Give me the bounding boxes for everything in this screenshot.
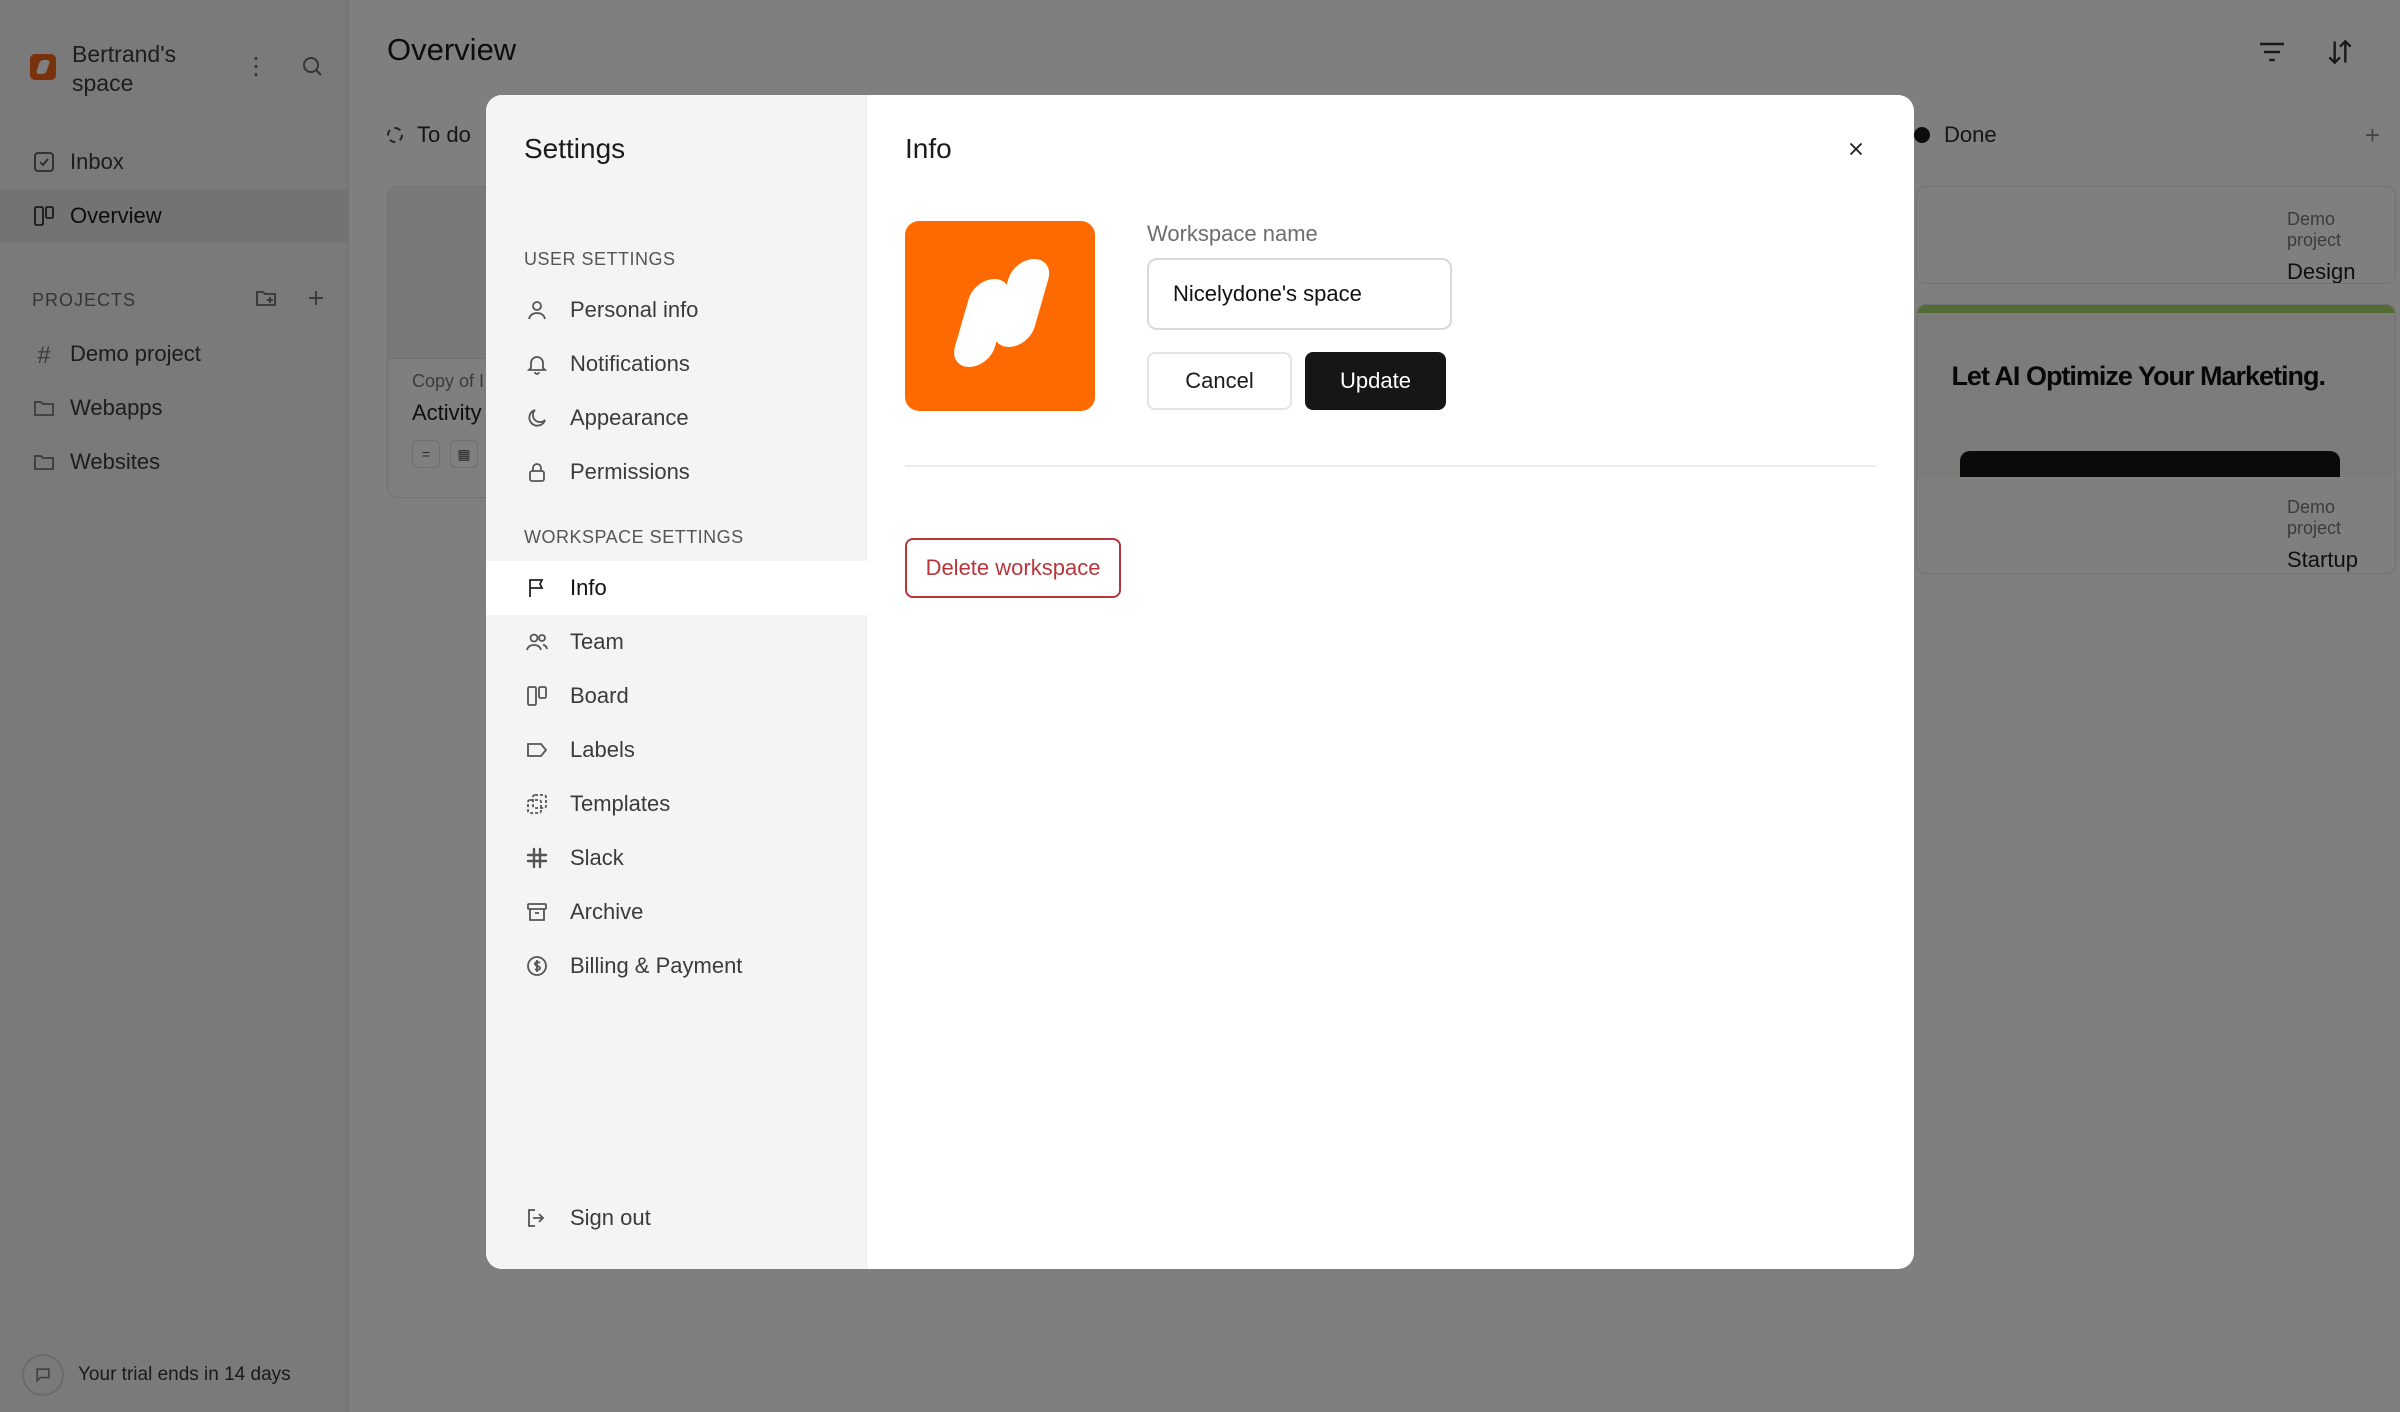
divider	[905, 465, 1876, 467]
dollar-icon	[524, 953, 550, 979]
delete-workspace-button[interactable]: Delete workspace	[905, 538, 1121, 598]
flag-icon	[524, 575, 550, 601]
settings-item-label: Archive	[570, 899, 644, 924]
settings-item-board[interactable]: Board	[486, 669, 867, 723]
settings-item-archive[interactable]: Archive	[486, 885, 867, 939]
settings-item-label: Templates	[570, 791, 671, 816]
settings-item-personal-info[interactable]: Personal info	[486, 283, 867, 337]
content-title: Info	[905, 133, 952, 164]
settings-item-label: Slack	[570, 845, 624, 870]
close-button[interactable]	[1838, 131, 1874, 167]
archive-icon	[524, 899, 550, 925]
settings-item-templates[interactable]: Templates	[486, 777, 867, 831]
settings-item-labels[interactable]: Labels	[486, 723, 867, 777]
settings-item-billing[interactable]: Billing & Payment	[486, 939, 867, 993]
settings-item-appearance[interactable]: Appearance	[486, 391, 867, 445]
workspace-logo-icon	[954, 259, 1050, 367]
settings-content: Info Workspace name Cancel Update Delete…	[867, 95, 1914, 1269]
settings-item-info[interactable]: Info	[486, 561, 867, 615]
settings-item-slack[interactable]: Slack	[486, 831, 867, 885]
person-icon	[524, 297, 550, 323]
settings-item-label: Billing & Payment	[570, 953, 743, 978]
settings-item-label: Personal info	[570, 297, 699, 322]
team-icon	[524, 629, 550, 655]
workspace-settings-heading: WORKSPACE SETTINGS	[524, 527, 744, 547]
bell-icon	[524, 351, 550, 377]
workspace-avatar[interactable]	[905, 221, 1095, 411]
cancel-button[interactable]: Cancel	[1147, 352, 1292, 410]
sign-out-icon	[524, 1205, 550, 1231]
settings-item-label: Permissions	[570, 459, 690, 484]
settings-item-label: Appearance	[570, 405, 689, 430]
close-icon	[1849, 142, 1863, 156]
settings-modal: Settings USER SETTINGS Personal info Not…	[486, 95, 1914, 1269]
sign-out-button[interactable]: Sign out	[486, 1191, 867, 1245]
settings-item-label: Labels	[570, 737, 635, 762]
settings-item-label: Notifications	[570, 351, 690, 376]
settings-item-label: Board	[570, 683, 629, 708]
board-icon	[524, 683, 550, 709]
settings-item-label: Info	[570, 575, 607, 600]
label-icon	[524, 737, 550, 763]
settings-sidebar: Settings USER SETTINGS Personal info Not…	[486, 95, 867, 1269]
settings-title: Settings	[524, 133, 626, 164]
settings-item-label: Team	[570, 629, 624, 654]
lock-icon	[524, 459, 550, 485]
templates-icon	[524, 791, 550, 817]
user-settings-heading: USER SETTINGS	[524, 249, 676, 269]
sign-out-label: Sign out	[570, 1205, 651, 1230]
workspace-name-label: Workspace name	[1147, 221, 1318, 246]
settings-item-permissions[interactable]: Permissions	[486, 445, 867, 499]
workspace-name-input[interactable]	[1147, 258, 1452, 330]
slack-icon	[524, 845, 550, 871]
moon-icon	[524, 405, 550, 431]
settings-item-notifications[interactable]: Notifications	[486, 337, 867, 391]
update-button[interactable]: Update	[1305, 352, 1446, 410]
settings-item-team[interactable]: Team	[486, 615, 867, 669]
